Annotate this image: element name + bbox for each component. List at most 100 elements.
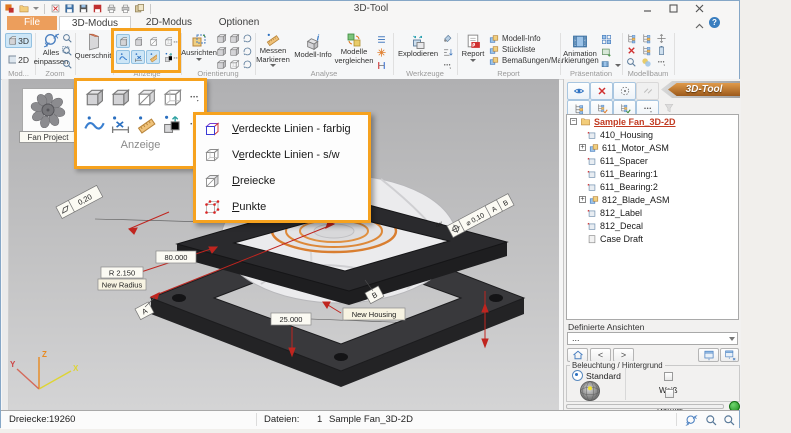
prev-view-button[interactable]: <	[590, 348, 611, 362]
select-mode-button[interactable]	[613, 82, 636, 100]
status-zoom-in-icon[interactable]	[723, 414, 736, 427]
view-front-icon[interactable]	[216, 33, 227, 44]
expand-box[interactable]: +	[579, 144, 586, 151]
maximize-button[interactable]	[661, 1, 685, 15]
save-view-button[interactable]	[698, 348, 719, 362]
open-icon[interactable]	[18, 3, 30, 14]
restore-view-button[interactable]	[720, 348, 739, 362]
tree-row[interactable]: +812_Blade_ASM	[567, 193, 738, 206]
print-icon[interactable]	[106, 3, 117, 14]
ausrichten-button[interactable]: Ausrichten	[183, 33, 215, 61]
battery-icon[interactable]	[656, 45, 667, 56]
close-file-icon[interactable]	[50, 3, 61, 14]
normal-checkbox[interactable]	[665, 389, 674, 398]
sort-icon[interactable]	[442, 47, 453, 58]
tree-search-icon[interactable]	[626, 57, 637, 68]
publish-icon[interactable]	[92, 3, 103, 14]
tab-3d-modus[interactable]: 3D-Modus	[59, 16, 131, 30]
help-icon[interactable]: ?	[709, 17, 720, 28]
menu-item-verdeckte-farbig[interactable]: Verdeckte Linien - farbig	[196, 116, 368, 142]
view-right-icon[interactable]	[229, 46, 240, 57]
ruler-icon[interactable]	[136, 114, 157, 135]
tree-show-icon[interactable]	[626, 33, 637, 44]
messen-markieren-button[interactable]: Messen Markieren	[256, 32, 290, 67]
tree-row[interactable]: 812_Decal	[567, 219, 738, 232]
hide-button[interactable]	[590, 82, 613, 100]
explodieren-button[interactable]: Explodieren	[395, 34, 441, 59]
view-left-icon[interactable]	[216, 46, 227, 57]
modelle-vergleichen-button[interactable]: Modelle vergleichen	[335, 32, 373, 65]
dimensions-button[interactable]	[131, 50, 145, 64]
tree-root-row[interactable]: − Sample Fan_3D-2D	[567, 115, 738, 128]
triangles-button[interactable]	[146, 34, 160, 48]
tree-row[interactable]: 812_Label	[567, 206, 738, 219]
save-as-icon[interactable]	[78, 3, 89, 14]
minimize-button[interactable]	[635, 1, 659, 15]
next-view-button[interactable]: >	[613, 348, 634, 362]
paint-icon[interactable]	[442, 34, 453, 45]
modell-info-button[interactable]: Modell-Info	[293, 34, 333, 60]
tree-row[interactable]: 611_Bearing:2	[567, 180, 738, 193]
animation-button[interactable]: Animation	[562, 33, 598, 59]
tree-root-label[interactable]: Sample Fan_3D-2D	[594, 117, 676, 127]
display-more-icon[interactable]	[188, 91, 201, 104]
modellbaum-more-icon[interactable]	[656, 57, 667, 68]
tree-move-icon[interactable]	[656, 33, 667, 44]
tree-delete-icon[interactable]	[626, 45, 637, 56]
mode-2d-button[interactable]: 2D	[5, 52, 32, 67]
project-thumbnail[interactable]	[22, 88, 74, 132]
tab-file[interactable]: File	[7, 16, 57, 30]
copy-icon[interactable]	[134, 3, 145, 14]
mode-3d-button[interactable]: 3D	[5, 33, 32, 48]
defined-views-combo[interactable]: ...	[567, 332, 738, 345]
cube-shaded-icon[interactable]	[84, 87, 105, 108]
curve-icon[interactable]	[84, 114, 105, 135]
model-tree[interactable]: − Sample Fan_3D-2D 410_Housing +611_Moto…	[566, 114, 739, 320]
shaded-edges-button[interactable]	[131, 34, 145, 48]
display-more-icon[interactable]	[172, 38, 181, 47]
measure-display-button[interactable]	[146, 50, 160, 64]
view-back-icon[interactable]	[229, 33, 240, 44]
tree-row[interactable]: 611_Spacer	[567, 154, 738, 167]
praesentation-more-icon[interactable]	[615, 64, 621, 67]
open-dropdown-icon[interactable]	[33, 7, 39, 10]
save-icon[interactable]	[64, 3, 75, 14]
default-view-button[interactable]	[567, 348, 588, 362]
image-add-icon[interactable]	[601, 47, 612, 58]
menu-item-punkte[interactable]: Punkte	[196, 194, 368, 220]
tree-row[interactable]: 410_Housing	[567, 128, 738, 141]
tree-row[interactable]: Case Draft	[567, 232, 738, 245]
star-analysis-icon[interactable]	[376, 47, 387, 58]
status-zoom-out-icon[interactable]	[705, 414, 718, 427]
show-button[interactable]	[567, 82, 590, 100]
view-iso1-icon[interactable]	[242, 33, 253, 44]
view-iso2-icon[interactable]	[242, 46, 253, 57]
white-checkbox[interactable]	[664, 372, 673, 381]
tree-collapse-icon[interactable]	[641, 45, 652, 56]
zoom-in-icon[interactable]	[62, 33, 73, 44]
collapse-box[interactable]: −	[570, 118, 577, 125]
status-zoom-fit-icon[interactable]	[685, 414, 698, 427]
tree-color-icon[interactable]	[641, 57, 652, 68]
curves-button[interactable]	[116, 50, 130, 64]
querschnitt-button[interactable]: Querschnitt	[77, 32, 111, 61]
report-button[interactable]: Report	[459, 33, 487, 62]
display-more2-icon[interactable]	[172, 54, 181, 63]
tab-2d-modus[interactable]: 2D-Modus	[133, 16, 205, 30]
menu-item-dreiecke[interactable]: Dreiecke	[196, 168, 368, 194]
cube-wireframe-icon[interactable]	[162, 87, 183, 108]
tab-optionen[interactable]: Optionen	[207, 16, 271, 30]
zoom-window-icon[interactable]	[62, 46, 73, 57]
dimension-icon[interactable]	[110, 114, 131, 135]
cube-triangles-icon[interactable]	[136, 87, 157, 108]
tree-row[interactable]: 611_Bearing:1	[567, 167, 738, 180]
close-button[interactable]	[687, 1, 711, 15]
menu-item-verdeckte-sw[interactable]: Verdeckte Linien - s/w	[196, 142, 368, 168]
lighting-sphere-icon[interactable]	[579, 380, 601, 402]
restore-selection-button[interactable]	[636, 82, 659, 100]
tree-row[interactable]: +611_Motor_ASM	[567, 141, 738, 154]
expand-box[interactable]: +	[579, 196, 586, 203]
tree-expand-icon[interactable]	[641, 33, 652, 44]
cubes-icon[interactable]	[162, 114, 183, 135]
shaded-button[interactable]	[116, 34, 130, 48]
